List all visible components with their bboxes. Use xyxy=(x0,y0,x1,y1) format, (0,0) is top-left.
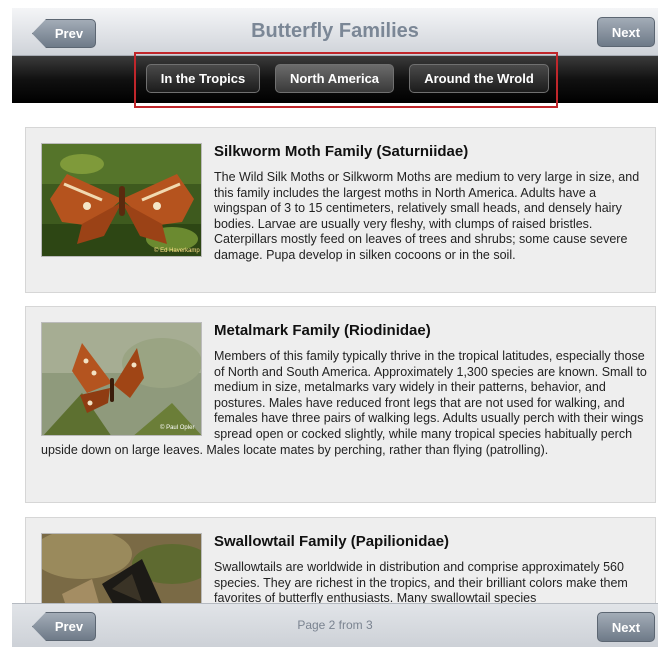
family-description: Swallowtails are worldwide in distributi… xyxy=(214,560,628,606)
next-button[interactable]: Next xyxy=(597,17,655,47)
photo-credit: © Ed Haverkamp xyxy=(154,247,200,254)
page-indicator: Page 2 from 3 xyxy=(297,618,373,632)
family-card-saturniidae[interactable]: © Ed Haverkamp Silkworm Moth Family (Sat… xyxy=(25,127,656,293)
metalmark-butterfly-photo: © Paul Opler xyxy=(41,322,202,436)
bottom-pagination-bar: Prev Page 2 from 3 Next xyxy=(12,603,658,647)
family-title: Swallowtail Family (Papilionidae) xyxy=(214,533,450,550)
family-title: Silkworm Moth Family (Saturniidae) xyxy=(214,143,469,160)
photo-credit: © Paul Opler xyxy=(160,424,194,431)
family-description: The Wild Silk Moths or Silkworm Moths ar… xyxy=(214,170,640,262)
footer-next-button[interactable]: Next xyxy=(597,612,655,642)
top-navigation-bar: Prev Butterfly Families Next xyxy=(12,8,658,56)
tab-selection-outline xyxy=(134,52,558,108)
family-title: Metalmark Family (Riodinidae) xyxy=(214,322,431,339)
page-title: Butterfly Families xyxy=(251,20,419,42)
family-card-riodinidae[interactable]: © Paul Opler Metalmark Family (Riodinida… xyxy=(25,306,656,503)
silkworm-moth-photo: © Ed Haverkamp xyxy=(41,143,202,257)
